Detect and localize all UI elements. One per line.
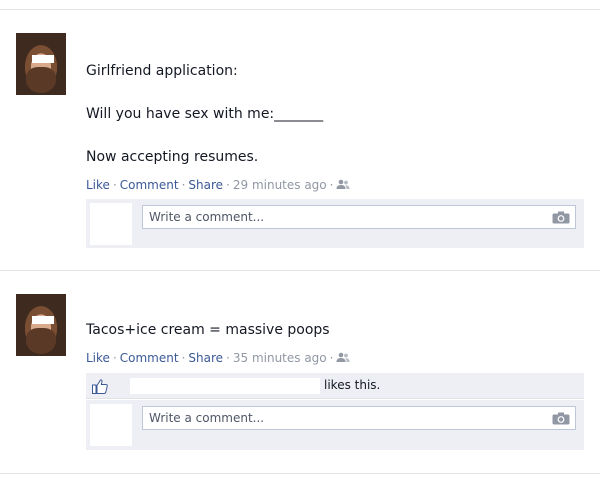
likes-summary: likes this. [86,373,584,399]
post-actions: Like · Comment · Share · 29 minutes ago · [86,178,350,193]
share-link[interactable]: Share [188,178,223,192]
comment-input[interactable]: Write a comment... [142,406,576,430]
bottom-divider [0,473,600,474]
post-divider [0,270,600,271]
avatar[interactable] [16,33,66,95]
post-actions: Like · Comment · Share · 35 minutes ago · [86,351,350,366]
top-divider [0,9,600,10]
camera-icon[interactable] [552,209,570,224]
timestamp[interactable]: 29 minutes ago [233,178,327,192]
like-link[interactable]: Like [86,178,110,192]
post-text-line: Now accepting resumes. [86,149,259,165]
thumbs-up-icon [92,379,108,394]
commenter-avatar [90,404,132,446]
likes-text: likes this. [324,378,381,392]
friends-audience-icon[interactable] [336,179,350,193]
camera-icon[interactable] [552,410,570,425]
avatar[interactable] [16,294,66,356]
comment-link[interactable]: Comment [120,351,179,365]
friends-audience-icon[interactable] [336,352,350,366]
comment-input[interactable]: Write a comment... [142,205,576,229]
share-link[interactable]: Share [188,351,223,365]
comment-composer: Write a comment... [86,199,584,248]
liker-name-redacted [130,378,320,394]
like-link[interactable]: Like [86,351,110,365]
commenter-avatar [90,203,132,245]
comment-composer: Write a comment... [86,400,584,450]
post-text-line: Girlfriend application: [86,63,238,79]
post-text-line: Will you have sex with me:_______ [86,106,324,122]
comment-link[interactable]: Comment [120,178,179,192]
post-text-line: Tacos+ice cream = massive poops [86,322,330,338]
timestamp[interactable]: 35 minutes ago [233,351,327,365]
